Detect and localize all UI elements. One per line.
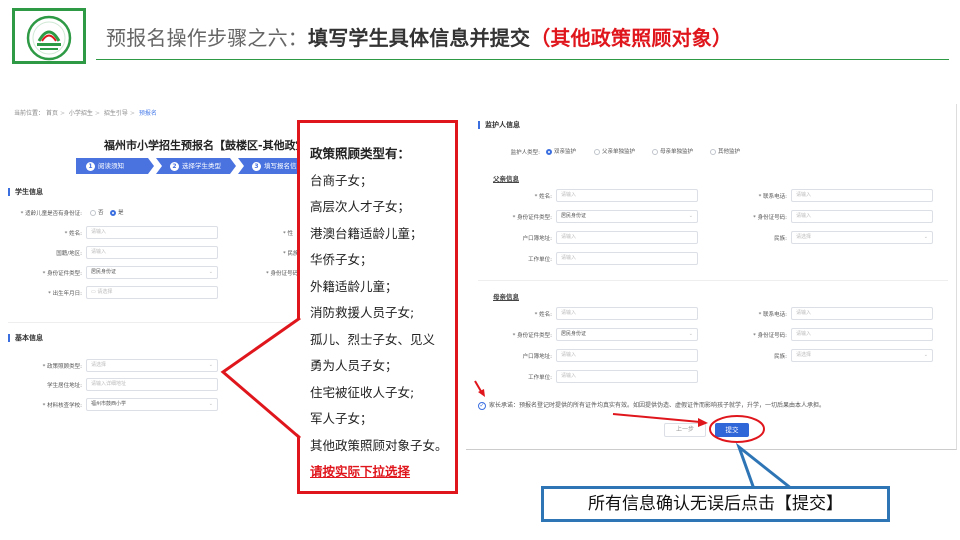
callout-item: 勇为人员子女； [310,358,398,373]
has-id-label: * 适龄儿童是否有身份证: [20,211,82,217]
title-suffix: （其他政策照顾对象） [530,26,733,50]
logo-emblem-icon [26,15,72,61]
breadcrumb-primary[interactable]: 小学招生 [69,110,93,117]
gender-label: * 性 [283,231,293,237]
father-work-input[interactable]: 请输入 [556,252,698,265]
title-prefix: 预报名操作步骤之六： [106,26,308,50]
basic-info-heading: 基本信息 [8,334,43,342]
school-select[interactable]: 福州市鼓西小学 ⌄ [86,398,218,411]
prev-step-button[interactable]: 上一步 [664,423,706,437]
chevron-down-icon: ⌄ [923,352,928,358]
father-id-type-select[interactable]: 居民身份证 ⌄ [556,210,698,223]
right-form-screenshot: 监护人信息 监护人类型: 双亲监护 父亲单独监护 母亲单独监护 其他监护 父亲信… [466,104,957,450]
slide-title: 预报名操作步骤之六：填写学生具体信息并提交（其他政策照顾对象） [106,22,732,51]
student-name-input[interactable]: 请输入 [86,226,218,239]
title-main: 填写学生具体信息并提交 [308,26,531,50]
mother-name-input[interactable]: 请输入 [556,307,698,320]
guardian-info-heading: 监护人信息 [478,121,520,129]
callout-item: 高层次人才子女； [310,199,411,214]
father-id-no-input[interactable]: 请输入 [791,210,933,223]
has-id-option-yes[interactable]: 是 [110,208,124,216]
chevron-down-icon: ⌄ [688,213,693,219]
callout-item: 外籍适龄儿童； [310,278,398,294]
callout-item: 港澳台籍适龄儿童； [310,225,423,241]
mother-info-title: 母亲信息 [493,293,519,301]
callout-item: 华侨子女； [310,252,373,267]
step-1: 1 阅读须知 [76,158,154,174]
section-divider [8,322,298,323]
breadcrumb-label: 当前位置： [14,110,45,117]
father-info-title: 父亲信息 [493,175,519,183]
callout-item: 消防救援人员子女; [310,305,415,320]
has-id-option-no[interactable]: 否 [90,208,104,216]
mother-ethnic-select[interactable]: 请选择 ⌄ [791,349,933,362]
mother-work-input[interactable]: 请输入 [556,370,698,383]
guardian-option-other[interactable]: 其他监护 [710,147,740,155]
father-name-input[interactable]: 请输入 [556,189,698,202]
policy-types-callout: 政策照顾类型有： 台商子女； 高层次人才子女； 港澳台籍适龄儿童； 华侨子女； … [297,120,458,494]
guardian-type-row: 监护人类型: 双亲监护 父亲单独监护 母亲单独监护 其他监护 [510,147,741,156]
callout-title: 政策照顾类型有： [310,146,411,161]
page-title: 福州市小学招生预报名【鼓楼区-其他政策 [104,139,304,152]
consent-checkbox[interactable]: ✓ [478,401,486,410]
breadcrumb: 当前位置： 首页 > 小学招生 > 招生引导 > 预报名 [14,110,157,117]
consent-text: 家长承诺：预报名登记时提供的所有证件均真实有效。如因提供伪造、虚假证件而影响孩子… [489,402,826,409]
step-2: 2 选择学生类型 [156,158,236,174]
has-id-row: * 适龄儿童是否有身份证: 否 是 [21,206,226,219]
callout-item: 孤儿、烈士子女、见义 [310,331,436,347]
guardian-option-father[interactable]: 父亲单独监护 [594,147,635,155]
guardian-option-both[interactable]: 双亲监护 [546,147,576,155]
policy-type-select[interactable]: 请选择 ⌄ [86,359,218,372]
mother-phone-input[interactable]: 请输入 [791,307,933,320]
consent-row: ✓ 家长承诺：预报名登记时提供的所有证件均真实有效。如因提供伪造、虚假证件而影响孩… [478,400,825,410]
address-input[interactable]: 请输入详细地址 [86,378,218,391]
section-divider [478,280,948,281]
breadcrumb-home[interactable]: 首页 [46,110,58,117]
header-divider [96,59,949,60]
nation-input[interactable]: 请输入 [86,246,218,259]
note-pointer-icon [735,442,793,491]
father-phone-input[interactable]: 请输入 [791,189,933,202]
breadcrumb-current: 预报名 [138,110,157,117]
left-form-screenshot: 当前位置： 首页 > 小学招生 > 招生引导 > 预报名 福州市小学招生预报名【鼓楼区… [4,100,304,430]
callout-item: 台商子女； [310,172,373,188]
guardian-option-mother[interactable]: 母亲单独监护 [652,147,693,155]
breadcrumb-guide[interactable]: 招生引导 [104,110,128,117]
mother-id-no-input[interactable]: 请输入 [791,328,933,341]
father-ethnic-select[interactable]: 请选择 ⌄ [791,231,933,244]
student-id-no-label: * 身份证号码 [266,271,298,277]
step-3: 3 填写报名信息 [238,158,304,174]
mother-id-type-select[interactable]: 居民身份证 ⌄ [556,328,698,341]
chevron-down-icon: ⌄ [688,331,693,337]
callout-item: 住宅被征收人子女; [310,384,415,400]
birth-date-picker[interactable]: ▭ 请选择 [86,286,218,299]
chevron-down-icon: ⌄ [208,269,213,275]
callout-item: 军人子女； [310,411,373,426]
chevron-down-icon: ⌄ [208,401,213,407]
submit-instruction-note: 所有信息确认无误后点击【提交】 [541,486,890,522]
callout-note: 请按实际下拉选择 [310,464,411,479]
submit-button[interactable]: 提交 [715,423,749,437]
school-logo [12,8,86,64]
chevron-down-icon: ⌄ [208,362,213,368]
chevron-down-icon: ⌄ [923,234,928,240]
student-info-heading: 学生信息 [8,188,43,196]
mother-hukou-input[interactable]: 请输入 [556,349,698,362]
student-id-type-select[interactable]: 居民身份证 ⌄ [86,266,218,279]
father-hukou-input[interactable]: 请输入 [556,231,698,244]
callout-item: 其他政策照顾对象子女。 [310,437,448,453]
